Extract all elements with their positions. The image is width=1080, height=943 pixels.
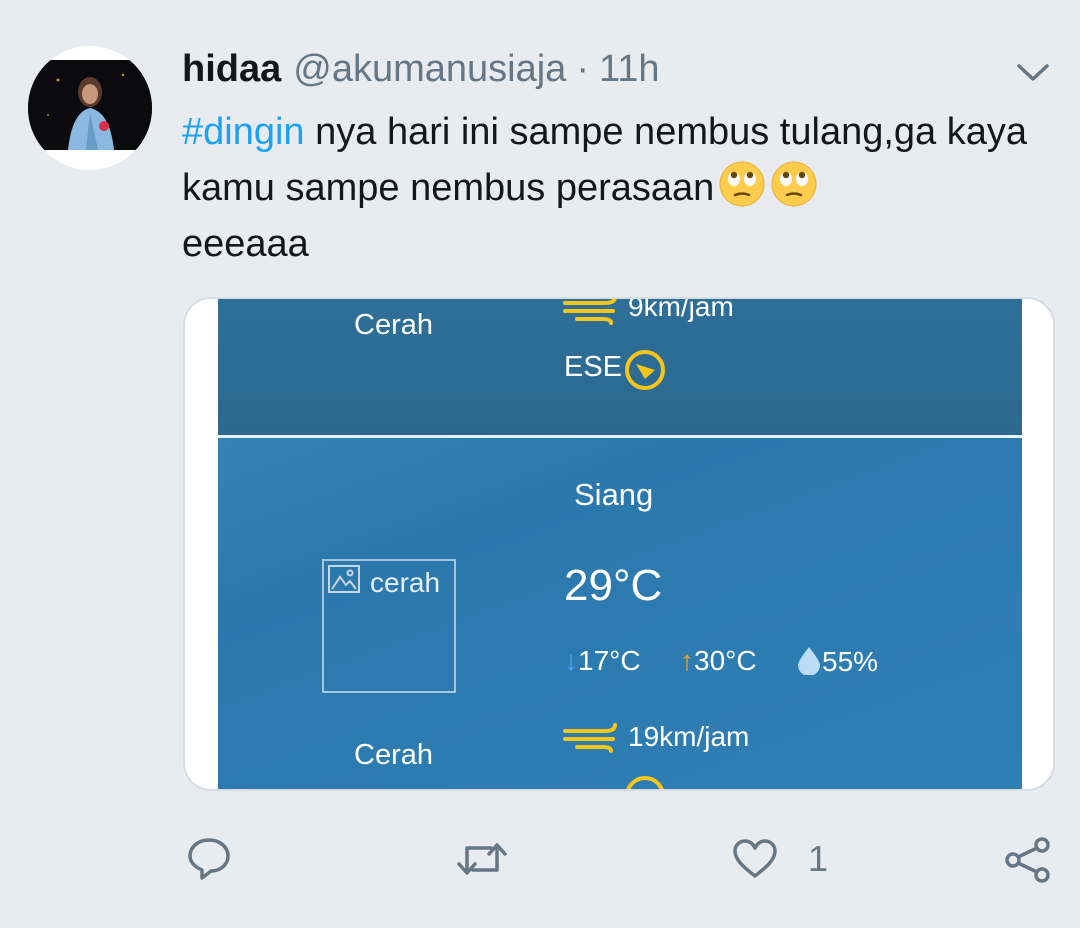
wind-icon — [563, 723, 623, 753]
tweet[interactable]: hidaa @akumanusiaja · 11h #dingin nya hari … — [0, 0, 1080, 928]
separator: · — [576, 48, 589, 90]
tweet-header: hidaa @akumanusiaja · 11h — [182, 46, 660, 92]
share-icon[interactable] — [1004, 836, 1052, 889]
image-alt-text: cerah — [370, 567, 441, 598]
weather-image-placeholder: cerah — [322, 559, 456, 693]
humidity: 55% — [796, 645, 878, 678]
avatar[interactable] — [28, 46, 152, 170]
arrow-down-icon: ↓ — [564, 645, 578, 676]
tweet-text: #dingin nya hari ini sampe nembus tulang… — [182, 104, 1042, 272]
tweet-body-end: eeeaaa — [182, 223, 309, 265]
wind-speed-main: 19km/jam — [628, 721, 750, 752]
wind-speed-top: 9km/jam — [628, 299, 734, 322]
compass-icon — [624, 775, 666, 789]
timestamp[interactable]: 11h — [599, 48, 660, 90]
wind-icon — [563, 299, 623, 325]
rolling-eyes-emoji-icon — [770, 160, 818, 208]
hashtag-link[interactable]: #dingin — [182, 111, 305, 153]
weather-condition-main: Cerah — [354, 739, 433, 771]
display-name[interactable]: hidaa — [182, 48, 281, 90]
media-card[interactable]: Cerah 9km/jam ESE Siang cerah 29°C ↓17°C… — [183, 297, 1055, 791]
like-count: 1 — [808, 838, 829, 879]
current-temperature: 29°C — [564, 561, 663, 610]
period-label: Siang — [574, 477, 654, 512]
wind-direction-top: ESE — [564, 351, 623, 383]
weather-condition-top: Cerah — [354, 309, 433, 341]
reply-icon[interactable] — [186, 836, 232, 887]
max-temperature: ↑30°C — [680, 645, 757, 676]
arrow-up-icon: ↑ — [680, 645, 694, 676]
separator-bar — [0, 928, 1080, 943]
divider — [218, 435, 1022, 438]
tweet-body: nya hari ini sampe nembus tulang,ga kaya… — [182, 111, 1027, 209]
retweet-icon[interactable] — [455, 838, 509, 885]
compass-icon — [624, 349, 666, 391]
water-drop-icon — [798, 647, 820, 676]
heart-icon[interactable] — [732, 838, 778, 885]
weather-screenshot: Cerah 9km/jam ESE Siang cerah 29°C ↓17°C… — [218, 299, 1022, 789]
avatar-photo — [28, 60, 152, 150]
rolling-eyes-emoji-icon — [718, 160, 766, 208]
user-handle[interactable]: @akumanusiaja — [293, 48, 566, 90]
min-temperature: ↓17°C — [564, 645, 641, 676]
chevron-down-icon[interactable] — [1016, 58, 1050, 86]
